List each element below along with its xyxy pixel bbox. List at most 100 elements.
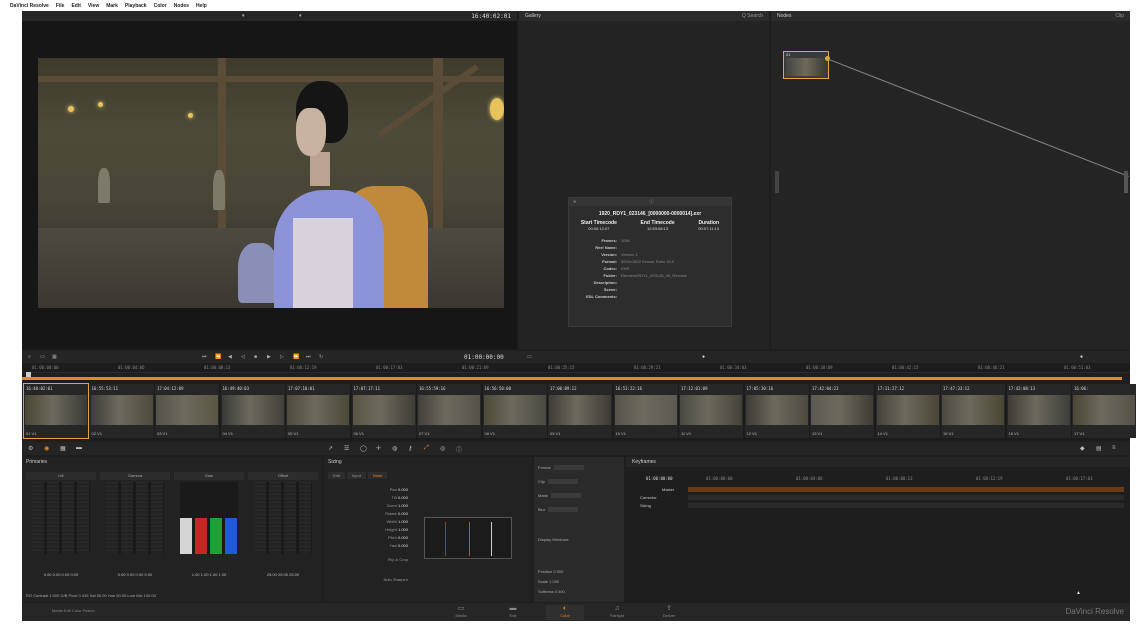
timeline-track[interactable] bbox=[22, 377, 1122, 380]
sizing-icon[interactable]: ⤢ bbox=[424, 445, 429, 452]
nav-deliver[interactable]: ⇪ Deliver bbox=[650, 605, 688, 620]
info-icon[interactable]: ⓘ bbox=[456, 445, 462, 454]
clip-thumbnail[interactable]: 17:47:33:12 15 V1 bbox=[941, 384, 1005, 438]
param-pan[interactable]: Pan 0.000 bbox=[328, 487, 408, 492]
last-frame-icon[interactable]: ⏭ bbox=[306, 354, 311, 360]
clip-thumbnail[interactable]: 17:05:30:16 12 V1 bbox=[744, 384, 809, 438]
kf-row-sizing[interactable]: Sizing bbox=[640, 503, 651, 508]
nav-color[interactable]: ◐ Color bbox=[546, 605, 584, 620]
rp-softness[interactable]: Softness 0.000 bbox=[538, 589, 565, 594]
wheel-bars[interactable] bbox=[180, 482, 238, 554]
wheel-lift[interactable]: Lift 0.00 0.00 0.00 0.00 bbox=[26, 472, 96, 587]
zoom-icon[interactable]: ⌕ bbox=[28, 354, 31, 360]
primaries-icon[interactable]: ◉ bbox=[44, 445, 49, 452]
close-icon[interactable]: ✕ bbox=[573, 199, 576, 205]
first-frame-icon[interactable]: ⏮ bbox=[202, 354, 207, 360]
rgb-mixer-icon[interactable]: ▦ bbox=[60, 445, 66, 452]
nav-fairlight[interactable]: ♫ Fairlight bbox=[598, 605, 636, 620]
key-icon[interactable]: ⚷ bbox=[408, 445, 412, 452]
param-zoom[interactable]: Zoom 1.000 bbox=[328, 503, 408, 508]
scopes-icon[interactable]: ▤ bbox=[1096, 445, 1102, 452]
tracker-icon[interactable]: ✛ bbox=[376, 445, 381, 452]
menu-color[interactable]: Color bbox=[154, 3, 167, 9]
wheel-bars[interactable] bbox=[106, 482, 164, 554]
node-input-source[interactable] bbox=[775, 171, 779, 193]
clip-thumbnail[interactable]: 17:04:12:09 03 V1 bbox=[155, 384, 219, 438]
viewer-frame[interactable] bbox=[38, 58, 504, 308]
reverse-play-icon[interactable]: ◁ bbox=[241, 354, 245, 360]
kf-track[interactable] bbox=[688, 495, 1124, 500]
wheel-gain[interactable]: Gain 1.00 1.00 1.00 1.00 bbox=[174, 472, 244, 587]
step-back-icon[interactable]: ◀ bbox=[228, 354, 232, 360]
tab-node[interactable]: Node bbox=[367, 472, 388, 479]
rp-blur[interactable]: Blur bbox=[538, 507, 579, 513]
clip-thumbnail[interactable]: 17:07:10:01 05 V1 bbox=[286, 384, 350, 438]
param-rotate[interactable]: Rotate 0.000 bbox=[328, 511, 408, 516]
menu-file[interactable]: File bbox=[56, 3, 65, 9]
tab-input[interactable]: Input bbox=[346, 472, 366, 479]
window-icon[interactable]: ◯ bbox=[360, 445, 367, 452]
clip-thumbnail[interactable]: 16:49:40:03 04 V1 bbox=[220, 384, 285, 438]
viewer-options-icon[interactable]: ▭ bbox=[527, 354, 532, 360]
clip-thumbnail[interactable]: 17:00:09:12 09 V1 bbox=[548, 384, 612, 438]
grid-icon[interactable]: ▦ bbox=[52, 354, 57, 360]
clip-thumbnail[interactable]: 17:07:17:11 06 V1 bbox=[351, 384, 416, 438]
timeline-ruler[interactable]: 01:00:00:00 01:00:04:06 01:00:08:13 01:0… bbox=[22, 363, 1130, 373]
prev-clip-icon[interactable]: ⏪ bbox=[215, 354, 221, 360]
menu-view[interactable]: View bbox=[88, 3, 99, 9]
clip-thumbnail[interactable]: 17:12:01:09 11 V1 bbox=[679, 384, 743, 438]
menu-app[interactable]: DaVinci Resolve bbox=[10, 3, 49, 9]
clip-thumbnail[interactable]: 16:06: 17 V1 bbox=[1072, 384, 1136, 438]
clip-thumbnail[interactable]: 16:56:50:00 08 V1 bbox=[482, 384, 547, 438]
clip-thumbnail[interactable]: 16:40:02:01 01 V1 bbox=[23, 383, 89, 439]
keyframe-icon[interactable]: ◆ bbox=[1080, 445, 1085, 452]
wheel-bars[interactable] bbox=[32, 482, 90, 554]
rp-format[interactable]: Format bbox=[538, 465, 584, 471]
clip-thumbnail[interactable]: 17:42:04:23 13 V1 bbox=[810, 384, 874, 438]
rp-scale[interactable]: Scale 1.000 bbox=[538, 579, 559, 584]
param-width[interactable]: Width 1.000 bbox=[328, 519, 408, 524]
nav-media[interactable]: ▭ Media bbox=[442, 605, 480, 620]
camera-raw-icon[interactable]: ▬ bbox=[76, 445, 82, 451]
viewer-marker-right-icon[interactable]: ▾ bbox=[299, 13, 302, 19]
clip-thumbnail[interactable]: 16:55:59:16 07 V1 bbox=[417, 384, 481, 438]
wheel-bars[interactable] bbox=[254, 482, 312, 554]
blur-icon[interactable]: ◍ bbox=[392, 445, 397, 452]
zoom-handle-icon[interactable]: ● bbox=[1080, 354, 1083, 360]
param-pitch[interactable]: Pitch 0.000 bbox=[328, 535, 408, 540]
next-clip-icon[interactable]: ⏩ bbox=[293, 354, 299, 360]
rp-position[interactable]: Position 0.000 bbox=[538, 569, 563, 574]
kf-track[interactable] bbox=[688, 487, 1124, 492]
menu-playback[interactable]: Playback bbox=[125, 3, 147, 9]
tab-edit[interactable]: Edit bbox=[328, 472, 345, 479]
corrector-node[interactable]: 01 bbox=[783, 51, 829, 79]
settings-icon[interactable]: ⚙ bbox=[28, 445, 33, 452]
gallery-search[interactable]: Q Search bbox=[742, 13, 763, 19]
param-height[interactable]: Height 1.000 bbox=[328, 527, 408, 532]
primaries-adjustments[interactable]: RG Contrast 1.000 G/B Pivot 0.435 Sat 50… bbox=[26, 593, 156, 598]
param-yaw[interactable]: Yaw 0.000 bbox=[328, 543, 408, 548]
menu-edit[interactable]: Edit bbox=[71, 3, 80, 9]
nav-edit[interactable]: ▬ Edit bbox=[494, 605, 532, 620]
kf-row-corrector[interactable]: Corrector bbox=[640, 495, 657, 500]
param-tilt[interactable]: Tilt 0.000 bbox=[328, 495, 408, 500]
menu-help[interactable]: Help bbox=[196, 3, 207, 9]
play-icon[interactable]: ▶ bbox=[267, 354, 271, 360]
stereo-icon[interactable]: ◎ bbox=[440, 445, 445, 452]
viewer-marker-left-icon[interactable]: ▾ bbox=[242, 13, 245, 19]
clip-thumbnail[interactable]: 17:11:27:12 14 V1 bbox=[875, 384, 940, 438]
menu-mark[interactable]: Mark bbox=[106, 3, 118, 9]
fit-icon[interactable]: ▭ bbox=[40, 354, 45, 360]
wheel-offset[interactable]: Offset 25.00 25.00 25.00 bbox=[248, 472, 318, 587]
menu-icon[interactable]: ≡ bbox=[1112, 445, 1116, 451]
node-output-target[interactable] bbox=[1124, 171, 1128, 193]
clip-thumbnail[interactable]: 17:42:08:13 16 V1 bbox=[1006, 384, 1071, 438]
rp-clip[interactable]: Clip bbox=[538, 479, 578, 485]
menu-nodes[interactable]: Nodes bbox=[174, 3, 189, 9]
nodes-mode-select[interactable]: Clip bbox=[1115, 13, 1124, 19]
kf-scroll-icon[interactable]: ▲ bbox=[1076, 590, 1081, 596]
qualifier-icon[interactable]: ☰ bbox=[344, 445, 349, 452]
wheel-gamma[interactable]: Gamma 0.00 0.00 0.00 0.00 bbox=[100, 472, 170, 587]
step-forward-icon[interactable]: ▷ bbox=[280, 354, 284, 360]
kf-row-master[interactable]: Master bbox=[662, 487, 674, 492]
